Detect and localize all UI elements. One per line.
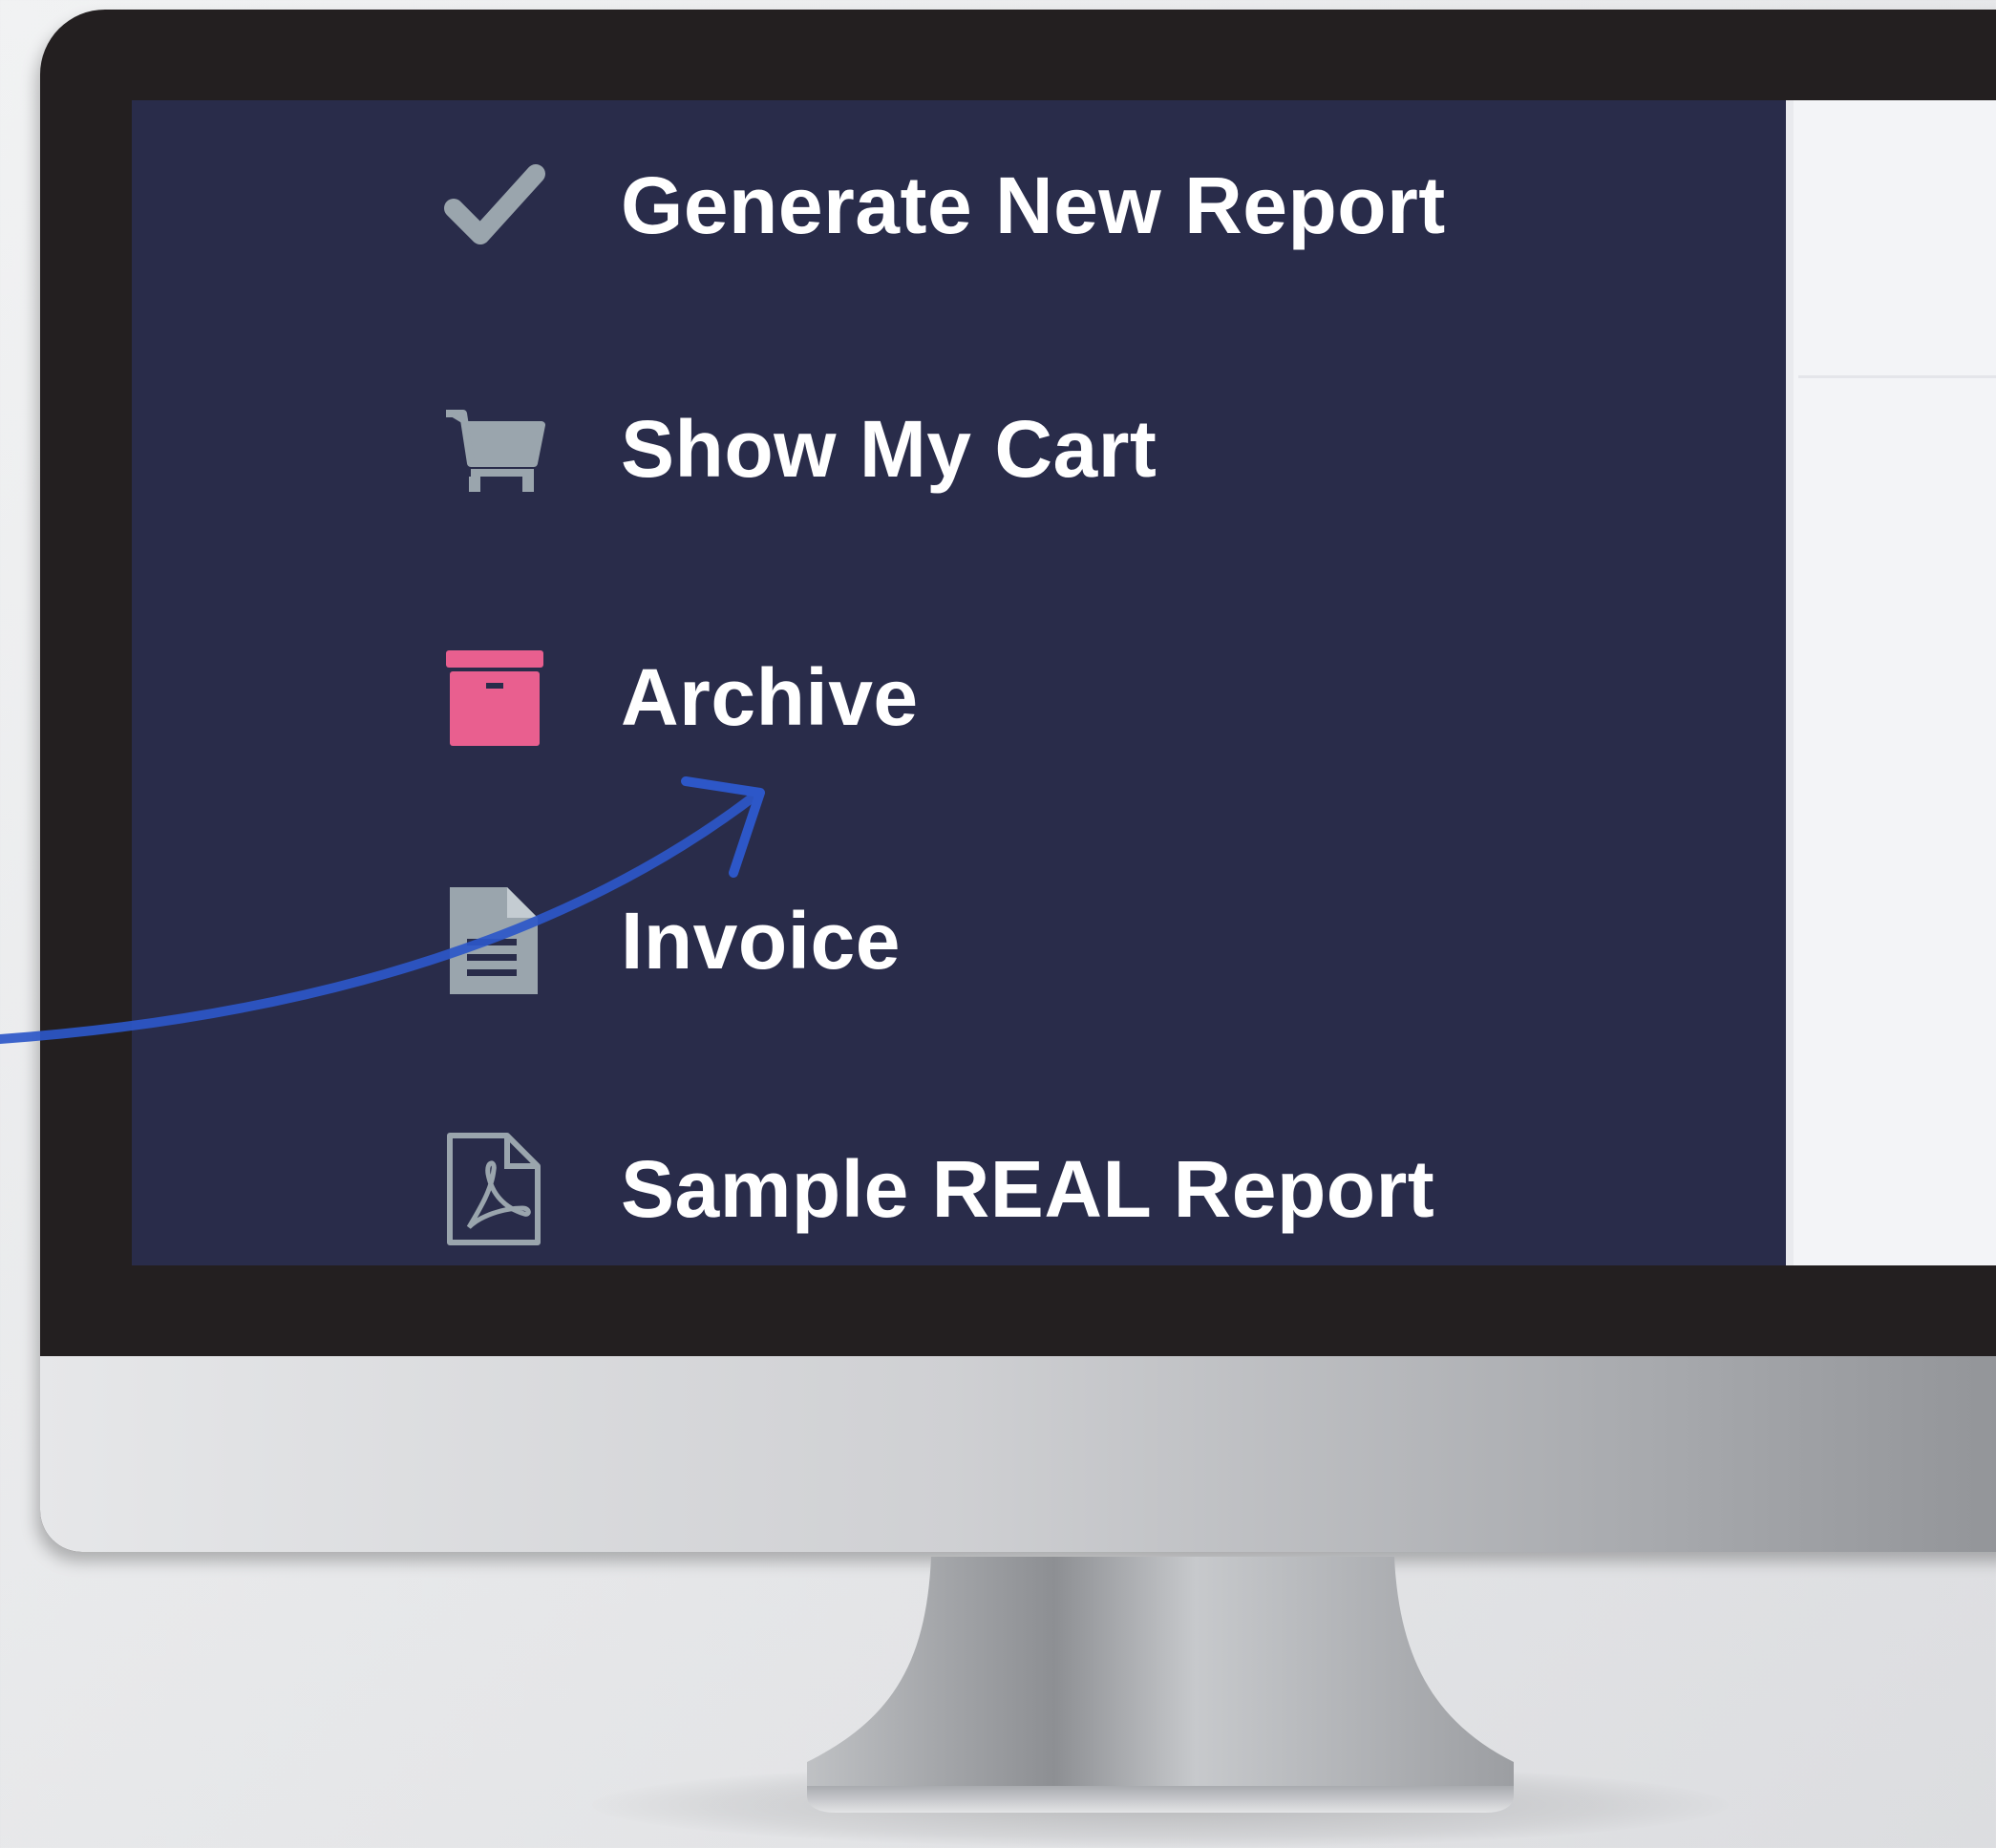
sidebar-item-label: Generate New Report: [621, 159, 1446, 250]
shopping-cart-icon: [437, 392, 552, 506]
sidebar-item-label: Archive: [621, 651, 919, 742]
monitor-chin: [40, 1356, 1996, 1552]
sidebar-item-label: Invoice: [621, 895, 901, 986]
document-icon: [437, 883, 552, 998]
monitor-stand: [807, 1557, 1514, 1813]
sidebar-item-label: Sample REAL Report: [621, 1143, 1435, 1234]
archive-box-icon: [437, 640, 552, 754]
screen: Generate New Report Show My Cart Archive…: [132, 100, 1996, 1265]
sidebar-item-invoice[interactable]: Invoice: [437, 874, 1488, 1008]
sidebar-item-sample-real-report[interactable]: Sample REAL Report: [437, 1122, 1488, 1256]
sidebar-item-show-my-cart[interactable]: Show My Cart: [437, 382, 1488, 516]
pdf-file-icon: [437, 1132, 552, 1246]
sidebar-divider: [1786, 100, 1794, 1265]
content-divider: [1798, 375, 1996, 378]
checkmark-icon: [437, 148, 552, 263]
sidebar-item-generate-new-report[interactable]: Generate New Report: [437, 138, 1488, 272]
sidebar-item-label: Show My Cart: [621, 403, 1157, 494]
monitor-frame: Generate New Report Show My Cart Archive…: [40, 10, 1996, 1552]
sidebar: Generate New Report Show My Cart Archive…: [132, 100, 1786, 1265]
sidebar-item-archive[interactable]: Archive: [437, 630, 1488, 764]
